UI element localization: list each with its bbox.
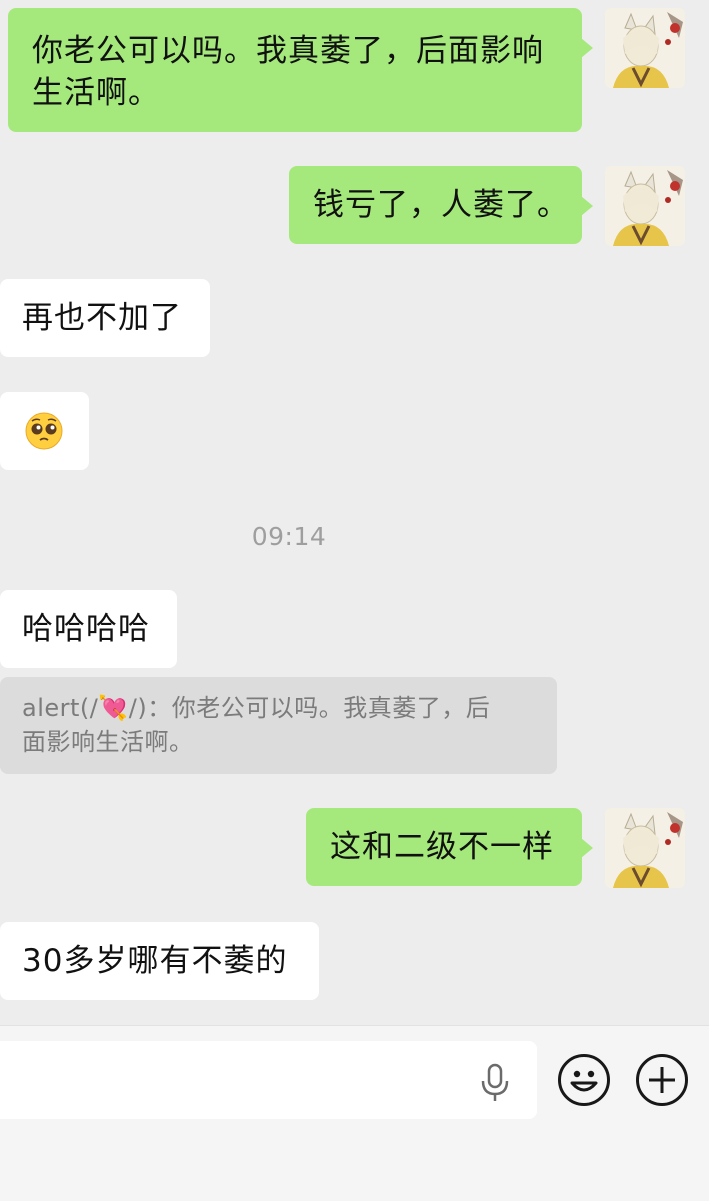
- message-text: 30多岁哪有不萎的: [22, 943, 288, 979]
- avatar[interactable]: [605, 166, 685, 246]
- chat-message-list[interactable]: 你老公可以吗。我真萎了，后面影响 生活啊。 钱亏了，人萎了。 再也不加了 09:…: [0, 0, 709, 1025]
- message-text: 这和二级不一样: [330, 829, 554, 865]
- quoted-text-line: 面影响生活啊。: [22, 728, 194, 756]
- microphone-icon[interactable]: [478, 1063, 512, 1103]
- avatar[interactable]: [605, 808, 685, 888]
- message-bubble-other[interactable]: 哈哈哈哈: [0, 590, 177, 668]
- avatar[interactable]: [605, 8, 685, 88]
- input-bar: [0, 1025, 709, 1201]
- message-text: 再也不加了: [22, 300, 182, 336]
- message-text: 钱亏了，人萎了。: [313, 187, 569, 223]
- pleading-face-emoji: [25, 412, 63, 450]
- message-bubble-self[interactable]: 你老公可以吗。我真萎了，后面影响 生活啊。: [8, 8, 593, 132]
- plus-circle-icon[interactable]: [635, 1053, 689, 1107]
- message-bubble-other[interactable]: 再也不加了: [0, 279, 210, 357]
- message-bubble-other[interactable]: [0, 392, 89, 470]
- message-input[interactable]: [0, 1041, 537, 1119]
- message-text-line: 生活啊。: [32, 75, 160, 111]
- message-bubble-self[interactable]: 钱亏了，人萎了。: [289, 166, 593, 244]
- quoted-message[interactable]: alert(/💘/)：你老公可以吗。我真萎了，后 面影响生活啊。: [0, 677, 557, 774]
- message-text: 哈哈哈哈: [22, 611, 150, 647]
- quoted-text-line: alert(/💘/)：你老公可以吗。我真萎了，后: [22, 694, 491, 722]
- message-text-line: 你老公可以吗。我真萎了，后面影响: [32, 33, 544, 69]
- message-timestamp: 09:14: [251, 522, 327, 551]
- message-bubble-other[interactable]: 30多岁哪有不萎的: [0, 922, 319, 1000]
- message-bubble-self[interactable]: 这和二级不一样: [306, 808, 593, 886]
- smiley-icon[interactable]: [557, 1053, 611, 1107]
